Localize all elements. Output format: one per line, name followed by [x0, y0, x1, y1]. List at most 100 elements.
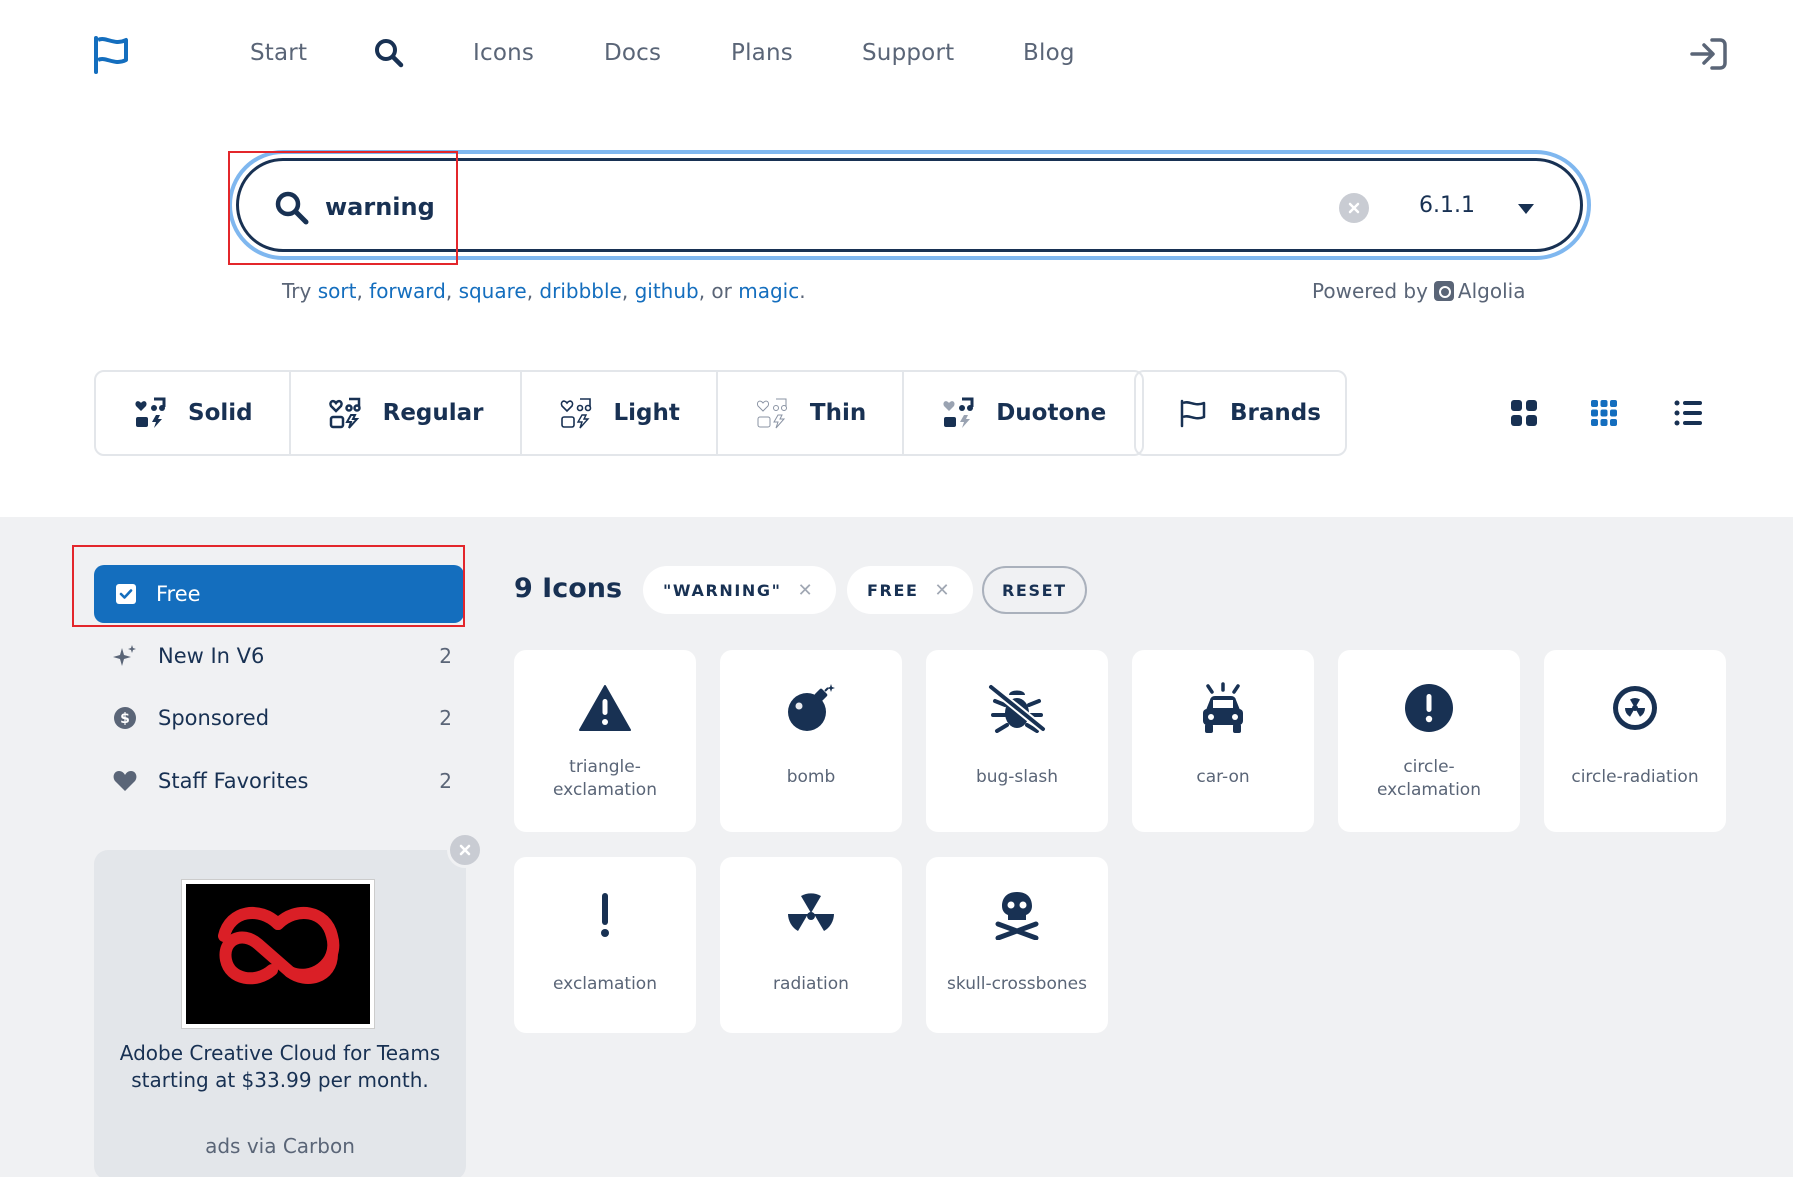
- filter-label: Staff Favorites: [158, 769, 309, 793]
- sparkles-icon: [112, 643, 138, 669]
- nav-link-start[interactable]: Start: [250, 40, 307, 66]
- triangle-exclamation-icon: [579, 685, 631, 731]
- filter-count: 2: [439, 769, 452, 793]
- style-tab-duotone[interactable]: Duotone: [904, 372, 1142, 454]
- ad-via-carbon[interactable]: ads via Carbon: [114, 1134, 446, 1158]
- icon-name: radiation: [773, 974, 849, 994]
- shapes-regular-icon: [328, 397, 361, 429]
- heart-icon: [112, 768, 138, 794]
- filter-count: 2: [439, 706, 452, 730]
- icon-card-skull-crossbones[interactable]: skull-crossbones: [926, 857, 1108, 1033]
- style-tab-light[interactable]: Light: [522, 372, 718, 454]
- circle-radiation-icon: [1613, 686, 1657, 730]
- filter-staff-favorites[interactable]: Staff Favorites 2: [112, 761, 452, 801]
- grid-small-icon[interactable]: [1588, 398, 1620, 428]
- icon-card-bug-slash[interactable]: bug-slash: [926, 650, 1108, 832]
- search-icon: [275, 191, 309, 225]
- bug-slash-icon: [988, 683, 1046, 733]
- sign-in-icon[interactable]: [1688, 36, 1728, 72]
- filter-count: 2: [439, 644, 452, 668]
- bomb-icon: [788, 684, 835, 731]
- adobe-cc-logo[interactable]: [181, 879, 375, 1029]
- filter-label: Sponsored: [158, 706, 270, 730]
- icon-name: circle-radiation: [1571, 767, 1699, 787]
- icon-card-circle-exclamation[interactable]: circle-exclamation: [1338, 650, 1520, 832]
- powered-by-provider: Algolia: [1457, 279, 1526, 303]
- filter-chip-free[interactable]: FREE ✕: [847, 566, 974, 614]
- filter-free-label: Free: [156, 582, 201, 606]
- grid-large-icon[interactable]: [1508, 398, 1540, 428]
- list-view-icon[interactable]: [1672, 398, 1704, 428]
- suggestion-link[interactable]: github: [635, 279, 699, 303]
- search-input[interactable]: [325, 187, 925, 227]
- search-suggestions: Try sort, forward, square, dribbble, git…: [282, 279, 806, 303]
- svg-text:$: $: [120, 711, 130, 727]
- style-tab-label: Thin: [809, 400, 867, 426]
- suggestions-prefix: Try: [282, 279, 312, 303]
- nav-link-docs[interactable]: Docs: [604, 40, 661, 66]
- icon-card-bomb[interactable]: bomb: [720, 650, 902, 832]
- icon-name: circle-exclamation: [1377, 757, 1481, 800]
- close-icon: [1348, 202, 1360, 214]
- algolia-icon: [1433, 281, 1454, 301]
- remove-chip-icon[interactable]: ✕: [935, 580, 952, 601]
- reset-button[interactable]: RESET: [982, 566, 1087, 614]
- version-select[interactable]: 6.1.1: [1419, 193, 1475, 218]
- icon-card-triangle-exclamation[interactable]: triangle-exclamation: [514, 650, 696, 832]
- suggestion-link[interactable]: sort: [318, 279, 357, 303]
- flag-logo-icon[interactable]: [92, 34, 132, 74]
- style-tab-label: Solid: [188, 400, 253, 426]
- style-tab-regular[interactable]: Regular: [291, 372, 522, 454]
- icon-card-circle-radiation[interactable]: circle-radiation: [1544, 650, 1726, 832]
- checkbox-checked-icon: [116, 584, 136, 604]
- chip-label: FREE: [867, 580, 919, 600]
- icon-card-radiation[interactable]: radiation: [720, 857, 902, 1033]
- close-icon: [459, 844, 471, 856]
- search-field-container: 6.1.1: [236, 158, 1583, 252]
- nav-link-plans[interactable]: Plans: [731, 40, 793, 66]
- shapes-solid-icon: [135, 397, 166, 428]
- suggestion-link[interactable]: magic: [738, 279, 799, 303]
- ad-text[interactable]: Adobe Creative Cloud for Teams starting …: [114, 1040, 446, 1094]
- filter-new-in-v6[interactable]: New In V6 2: [112, 636, 452, 676]
- nav-link-icons[interactable]: Icons: [473, 40, 534, 66]
- style-tab-brands[interactable]: Brands: [1134, 370, 1347, 456]
- filter-label: New In V6: [158, 644, 265, 668]
- caret-down-icon[interactable]: [1517, 203, 1535, 215]
- style-filter-group: Solid Regular Light Thin Duotone: [94, 370, 1145, 456]
- powered-by[interactable]: Powered by Algolia: [1312, 279, 1525, 303]
- icon-name: bug-slash: [975, 767, 1059, 787]
- suggestion-link[interactable]: square: [459, 279, 527, 303]
- results-count: 9 Icons: [514, 573, 623, 604]
- clear-search-button[interactable]: [1339, 193, 1369, 223]
- flag-icon: [1180, 399, 1206, 428]
- icon-card-car-on[interactable]: car-on: [1132, 650, 1314, 832]
- circle-exclamation-icon: [1405, 684, 1453, 732]
- suggestions-or: or: [711, 279, 732, 303]
- icon-name: exclamation: [553, 974, 657, 994]
- close-ad-button[interactable]: [447, 832, 483, 868]
- radiation-icon: [788, 893, 834, 931]
- icon-name: bomb: [786, 767, 836, 787]
- brands-label: Brands: [1230, 400, 1321, 426]
- style-tab-label: Light: [613, 400, 680, 426]
- style-tab-thin[interactable]: Thin: [718, 372, 905, 454]
- chip-label: "WARNING": [663, 580, 782, 600]
- search-icon[interactable]: [374, 38, 404, 68]
- filter-chip-warning[interactable]: "WARNING" ✕: [643, 566, 837, 614]
- filter-free[interactable]: Free: [94, 565, 464, 623]
- shapes-light-icon: [560, 398, 591, 429]
- nav-link-blog[interactable]: Blog: [1023, 40, 1075, 66]
- style-tab-solid[interactable]: Solid: [96, 372, 291, 454]
- suggestion-link[interactable]: forward: [369, 279, 446, 303]
- search-bar: 6.1.1: [228, 150, 1591, 260]
- suggestion-link[interactable]: dribbble: [539, 279, 621, 303]
- filter-sponsored[interactable]: $ Sponsored 2: [112, 698, 452, 738]
- icon-card-exclamation[interactable]: exclamation: [514, 857, 696, 1033]
- carbon-ad: Adobe Creative Cloud for Teams starting …: [94, 850, 466, 1177]
- nav-link-support[interactable]: Support: [862, 40, 954, 66]
- shapes-thin-icon: [756, 398, 787, 429]
- powered-by-label: Powered by: [1312, 279, 1428, 303]
- remove-chip-icon[interactable]: ✕: [798, 580, 815, 601]
- icon-name: triangle-exclamation: [553, 757, 657, 800]
